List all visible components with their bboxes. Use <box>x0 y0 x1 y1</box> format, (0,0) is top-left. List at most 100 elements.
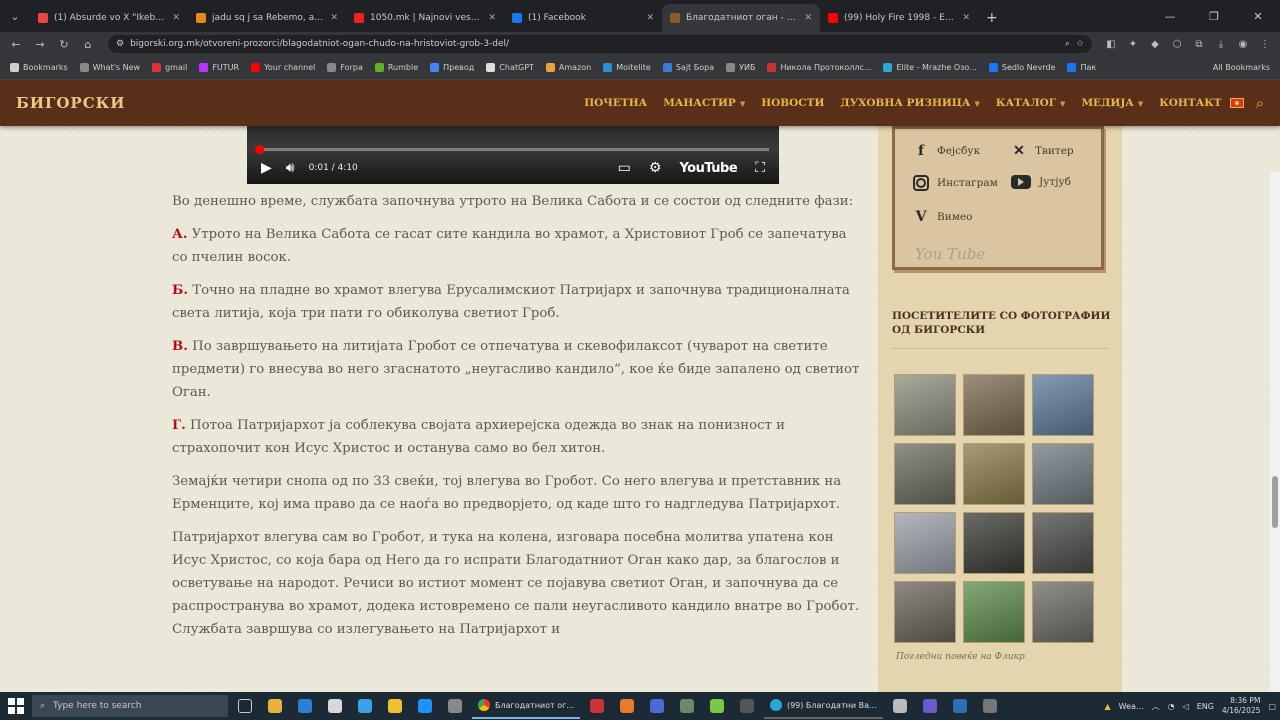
nav-item[interactable]: ДУХОВНА РИЗНИЦА ▼ <box>840 97 979 109</box>
taskbar-app-icon[interactable] <box>614 693 640 719</box>
bookmark-item[interactable]: Никола Протоколлс... <box>767 63 871 72</box>
close-window-icon[interactable]: ✕ <box>1236 10 1280 23</box>
bookmark-item[interactable]: Amazon <box>545 63 591 72</box>
tab-close-icon[interactable]: ✕ <box>804 13 812 23</box>
gallery-thumbnail[interactable] <box>963 581 1025 643</box>
windows-start-icon[interactable] <box>4 694 28 718</box>
settings-gear-icon[interactable]: ⚙ <box>649 160 662 176</box>
bookmark-item[interactable]: Forpa <box>327 63 363 72</box>
taskbar-chrome-window[interactable]: Благодатниот ог... <box>472 693 580 719</box>
taskbar-app-icon[interactable] <box>412 693 438 719</box>
browser-tab[interactable]: (1) Absurde vo X "Ikeben" ✕ <box>30 4 188 32</box>
browser-tab[interactable]: (1) Facebook ✕ <box>504 4 662 32</box>
url-text[interactable]: bigorski.org.mk/otvoreni-prozorci/blagod… <box>130 39 1059 49</box>
fullscreen-icon[interactable]: ⛶ <box>755 160 765 176</box>
tab-close-icon[interactable]: ✕ <box>488 13 496 23</box>
bookmark-item[interactable]: Bookmarks <box>10 63 68 72</box>
nav-item[interactable]: МАНАСТИР ▼ <box>663 97 745 109</box>
gallery-thumbnail[interactable] <box>894 581 956 643</box>
extension-icon[interactable]: ◆ <box>1146 35 1164 53</box>
play-icon[interactable]: ▶ <box>261 160 272 176</box>
gallery-thumbnail[interactable] <box>894 512 956 574</box>
tray-chevron-icon[interactable]: ︿ <box>1152 701 1160 712</box>
gallery-thumbnail[interactable] <box>963 512 1025 574</box>
tab-close-icon[interactable]: ✕ <box>646 13 654 23</box>
notifications-icon[interactable]: ▢ <box>1268 702 1276 711</box>
youtube-logo[interactable]: YouTube <box>679 161 737 176</box>
zoom-icon[interactable]: ⌕ <box>1065 39 1070 49</box>
bookmark-item[interactable]: Превод <box>430 63 474 72</box>
downloads-icon[interactable]: ⤓ <box>1212 35 1230 53</box>
maximize-icon[interactable]: ❐ <box>1192 10 1236 23</box>
reload-icon[interactable]: ↻ <box>54 34 74 54</box>
nav-item[interactable]: КАТАЛОГ ▼ <box>996 97 1066 109</box>
nav-item[interactable]: КОНТАКТ <box>1159 97 1221 109</box>
nav-item[interactable]: ПОЧЕТНА <box>584 97 647 109</box>
weather-icon[interactable]: ▲ <box>1105 702 1111 711</box>
taskbar-app-icon[interactable] <box>734 693 760 719</box>
taskbar-app-icon[interactable] <box>917 693 943 719</box>
site-info-icon[interactable]: ⚙ <box>116 39 124 49</box>
taskbar-app-icon[interactable] <box>644 693 670 719</box>
profile-avatar[interactable]: ◉ <box>1234 35 1252 53</box>
gallery-thumbnail[interactable] <box>894 443 956 505</box>
tab-search-icon[interactable]: ⌄ <box>0 0 30 32</box>
browser-tab[interactable]: jadu sq j sa Rebemo, arop... ✕ <box>188 4 346 32</box>
new-tab-button[interactable]: + <box>978 4 1006 32</box>
tab-close-icon[interactable]: ✕ <box>962 13 970 23</box>
gallery-thumbnail[interactable] <box>1032 512 1094 574</box>
bookmark-item[interactable]: FUTUR <box>199 63 239 72</box>
taskbar-app-icon[interactable] <box>262 693 288 719</box>
language-indicator[interactable]: ENG <box>1197 702 1214 711</box>
taskbar-app-icon[interactable] <box>442 693 468 719</box>
network-icon[interactable]: ◔ <box>1168 702 1175 711</box>
volume-icon[interactable]: 🔊︎ <box>286 160 295 176</box>
bookmark-star-icon[interactable]: ☆ <box>1076 39 1084 49</box>
video-player[interactable]: ▶ 🔊︎ 0:01 / 4:10 ▭ ⚙ YouTube ⛶ <box>247 126 779 184</box>
volume-icon[interactable]: ◁ <box>1183 702 1189 711</box>
taskbar-search[interactable]: ⌕ Type here to search <box>32 695 228 717</box>
taskbar-chrome-window[interactable]: (99) Благодатни Ва... <box>763 693 883 719</box>
taskbar-app-icon[interactable] <box>322 693 348 719</box>
gallery-thumbnail[interactable] <box>894 374 956 436</box>
browser-tab[interactable]: (99) Holy Fire 1998 - English - ✕ <box>820 4 978 32</box>
tab-close-icon[interactable]: ✕ <box>330 13 338 23</box>
task-view-icon[interactable] <box>232 693 258 719</box>
bookmark-item[interactable]: Moitelite <box>603 63 651 72</box>
minimize-icon[interactable]: — <box>1148 10 1192 23</box>
language-flag-icon[interactable] <box>1229 98 1244 108</box>
gallery-thumbnail[interactable] <box>1032 581 1094 643</box>
bookmark-item[interactable]: Sedlo Nevrde <box>988 63 1055 72</box>
address-bar[interactable]: ⚙ bigorski.org.mk/otvoreni-prozorci/blag… <box>108 35 1092 53</box>
all-bookmarks[interactable]: All Bookmarks <box>1213 63 1270 72</box>
clock[interactable]: 8:36 PM 4/16/2025 <box>1222 696 1260 716</box>
social-instagram[interactable]: Инстаграм <box>913 175 998 191</box>
back-icon[interactable]: ← <box>6 34 26 54</box>
social-twitter[interactable]: ✕ Твитер <box>1011 143 1074 159</box>
extensions-puzzle-icon[interactable]: ⧉ <box>1190 35 1208 53</box>
taskbar-app-icon[interactable] <box>584 693 610 719</box>
browser-tab[interactable]: 1050.mk | Najnovi vesti od Mak... ✕ <box>346 4 504 32</box>
taskbar-app-icon[interactable] <box>674 693 700 719</box>
tab-close-icon[interactable]: ✕ <box>172 13 180 23</box>
taskbar-app-icon[interactable] <box>977 693 1003 719</box>
taskbar-app-icon[interactable] <box>887 693 913 719</box>
video-progress-bar[interactable] <box>255 145 769 154</box>
gallery-thumbnail[interactable] <box>963 374 1025 436</box>
social-facebook[interactable]: f Фејсбук <box>913 143 980 159</box>
video-scrubber-handle[interactable] <box>255 145 265 154</box>
search-icon[interactable]: ⌕ <box>1256 94 1264 112</box>
bookmark-item[interactable]: УИБ <box>726 63 755 72</box>
browser-tab[interactable]: Благодатниот оган - Чудо на... ✕ <box>662 4 820 32</box>
gallery-thumbnail[interactable] <box>1032 374 1094 436</box>
bookmark-item[interactable]: Elite - Mrazhe Озо... <box>883 63 977 72</box>
bookmark-item[interactable]: Пак <box>1067 63 1096 72</box>
home-icon[interactable]: ⌂ <box>78 34 98 54</box>
extension-icon[interactable]: ✦ <box>1124 35 1142 53</box>
social-vimeo[interactable]: V Вимео <box>913 209 973 225</box>
bookmark-item[interactable]: What's New <box>79 63 140 72</box>
bookmark-item[interactable]: ChatGPT <box>486 63 534 72</box>
taskbar-app-icon[interactable] <box>382 693 408 719</box>
subtitles-icon[interactable]: ▭ <box>618 160 631 176</box>
scrollbar-thumb[interactable] <box>1272 476 1278 528</box>
